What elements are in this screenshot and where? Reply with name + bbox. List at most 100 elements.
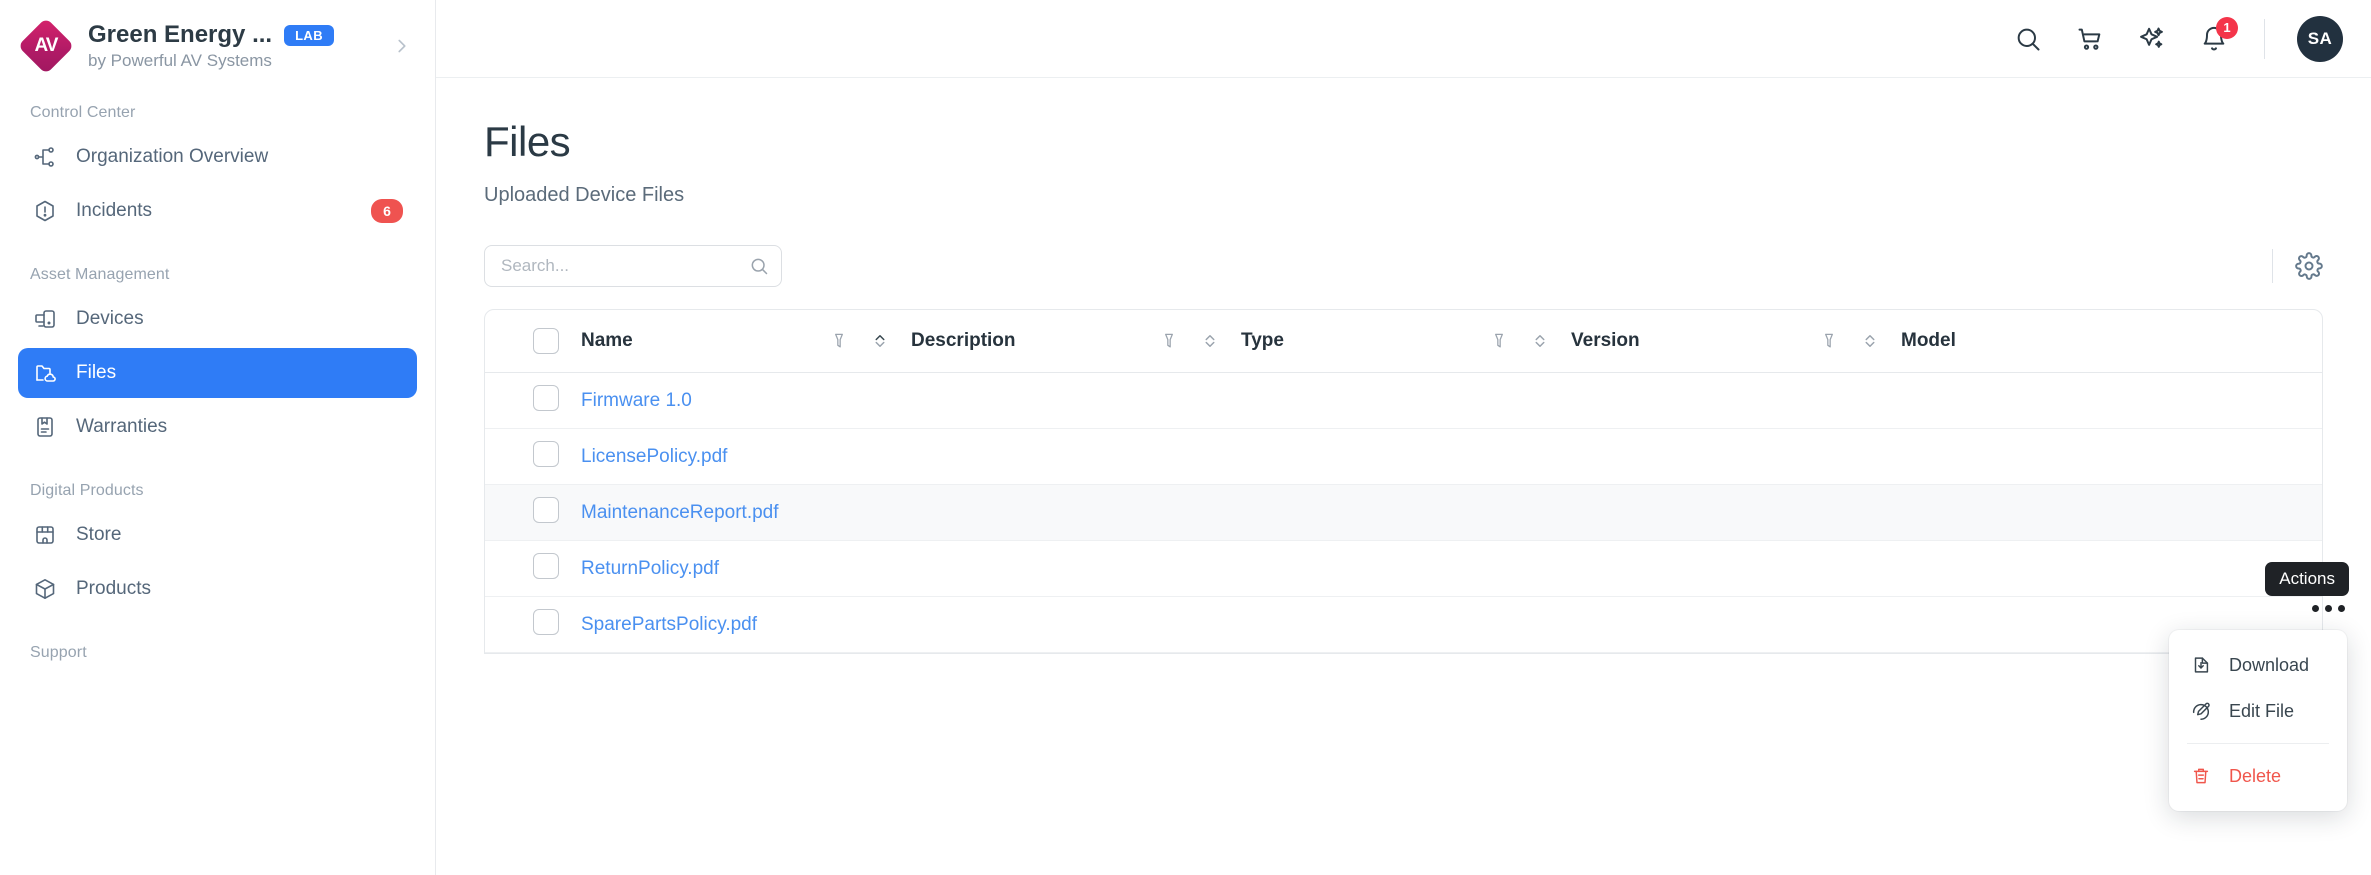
filter-icon[interactable] <box>829 331 849 351</box>
sidebar-item-label: Warranties <box>76 416 168 437</box>
nav-section-digital-products: Digital Products <box>30 482 144 499</box>
sidebar-item-label: Store <box>76 524 122 545</box>
file-name-link[interactable]: Firmware 1.0 <box>581 390 692 411</box>
menu-item-delete[interactable]: Delete <box>2169 753 2347 799</box>
app-root: AV Green Energy ... LAB by Powerful AV S… <box>0 0 2371 875</box>
files-table: Name Description Type Version Model Firm… <box>485 310 2322 653</box>
notification-count-badge: 1 <box>2216 16 2238 39</box>
avatar[interactable]: SA <box>2297 15 2343 62</box>
folder-cloud-icon <box>32 360 58 386</box>
sidebar-item-organization-overview[interactable]: Organization Overview <box>18 132 417 182</box>
cell-type <box>1241 541 1571 597</box>
trash-icon <box>2189 764 2213 788</box>
column-header-label: Version <box>1571 330 1640 351</box>
nav-section-control-center: Control Center <box>30 104 136 121</box>
row-checkbox[interactable] <box>533 496 559 523</box>
table-row[interactable]: MaintenanceReport.pdf <box>485 484 2322 541</box>
menu-item-label: Edit File <box>2229 700 2295 721</box>
file-name-link[interactable]: LicensePolicy.pdf <box>581 446 727 467</box>
search-input[interactable] <box>501 256 749 276</box>
org-chart-icon <box>32 144 58 170</box>
sidebar-item-incidents[interactable]: Incidents 6 <box>18 186 417 236</box>
file-name-link[interactable]: ReturnPolicy.pdf <box>581 558 719 579</box>
cell-model <box>1901 541 2322 597</box>
column-type: Type <box>1241 310 1571 373</box>
menu-item-download[interactable]: Download <box>2169 642 2347 688</box>
row-checkbox[interactable] <box>533 552 559 579</box>
cell-model <box>1901 373 2322 429</box>
filter-icon[interactable] <box>1489 331 1509 351</box>
sparkle-ai-icon[interactable] <box>2134 21 2170 57</box>
sidebar-item-products[interactable]: Products <box>18 564 417 614</box>
toolbar-divider <box>2272 249 2273 283</box>
sort-icon[interactable] <box>871 331 889 351</box>
cell-description <box>911 485 1241 541</box>
filter-icon[interactable] <box>1159 331 1179 351</box>
sidebar-item-label: Products <box>76 578 151 599</box>
menu-divider <box>2187 743 2329 744</box>
sort-icon[interactable] <box>1861 331 1879 351</box>
row-checkbox[interactable] <box>533 608 559 635</box>
page-title: Files <box>484 118 571 165</box>
cell-version <box>1571 485 1901 541</box>
storefront-icon <box>32 522 58 548</box>
search-icon[interactable] <box>749 256 769 276</box>
table-row[interactable]: Firmware 1.0 <box>485 373 2322 429</box>
nav-section-asset-management: Asset Management <box>30 266 170 283</box>
alert-hexagon-icon <box>32 198 58 224</box>
cell-version <box>1571 373 1901 429</box>
shopping-cart-icon[interactable] <box>2072 21 2108 57</box>
table-row[interactable]: LicensePolicy.pdf <box>485 429 2322 485</box>
search-box[interactable] <box>484 245 782 287</box>
sidebar-item-devices[interactable]: Devices <box>18 294 417 344</box>
table-body: Firmware 1.0 LicensePolicy.pdf Maintenan… <box>485 373 2322 653</box>
certificate-icon <box>32 414 58 440</box>
cell-model <box>1901 429 2322 485</box>
filter-icon[interactable] <box>1819 331 1839 351</box>
column-header-label: Description <box>911 330 1016 351</box>
sidebar-nav: Control Center Organization Overview Inc… <box>0 78 435 672</box>
file-download-icon <box>2189 653 2213 677</box>
actions-dropdown-menu: Download Edit File Delete <box>2169 630 2347 811</box>
row-checkbox[interactable] <box>533 440 559 467</box>
sort-icon[interactable] <box>1531 331 1549 351</box>
row-actions-button[interactable] <box>2312 596 2349 620</box>
table-toolbar <box>484 245 2323 287</box>
column-header-label: Name <box>581 330 633 351</box>
gear-icon[interactable] <box>2295 252 2323 280</box>
actions-tooltip: Actions <box>2265 562 2349 596</box>
sidebar-item-store[interactable]: Store <box>18 510 417 560</box>
sidebar-item-files[interactable]: Files <box>18 348 417 398</box>
sort-icon[interactable] <box>1201 331 1219 351</box>
page-subtitle: Uploaded Device Files <box>484 184 685 206</box>
sidebar-item-label: Incidents <box>76 200 153 221</box>
file-name-link[interactable]: SparePartsPolicy.pdf <box>581 614 757 635</box>
table-row[interactable]: SparePartsPolicy.pdf <box>485 597 2322 653</box>
logo-initials: AV <box>34 35 59 56</box>
table-row[interactable]: ReturnPolicy.pdf <box>485 541 2322 597</box>
menu-item-edit-file[interactable]: Edit File <box>2169 688 2347 734</box>
incidents-badge: 6 <box>371 199 403 223</box>
pencil-edit-icon <box>2189 699 2213 723</box>
menu-item-label: Delete <box>2229 765 2282 786</box>
cell-model <box>1901 485 2322 541</box>
nav-section-support: Support <box>30 644 87 661</box>
file-name-link[interactable]: MaintenanceReport.pdf <box>581 502 779 523</box>
sidebar: AV Green Energy ... LAB by Powerful AV S… <box>0 0 436 875</box>
sidebar-item-warranties[interactable]: Warranties <box>18 402 417 452</box>
brand-header[interactable]: AV Green Energy ... LAB by Powerful AV S… <box>0 0 435 78</box>
cell-version <box>1571 429 1901 485</box>
row-checkbox[interactable] <box>533 384 559 411</box>
organization-subtitle: by Powerful AV Systems <box>88 51 272 70</box>
top-bar: 1 SA <box>436 0 2371 78</box>
chevron-right-icon[interactable] <box>391 35 417 57</box>
files-table-card: Name Description Type Version Model Firm… <box>484 309 2323 654</box>
cell-description <box>911 597 1241 653</box>
notification-bell-icon[interactable]: 1 <box>2196 16 2238 57</box>
row-actions-anchor: Actions Download Edit File Delete <box>2169 562 2349 811</box>
select-all-checkbox[interactable] <box>533 328 559 354</box>
column-version: Version <box>1571 310 1901 373</box>
cell-type <box>1241 597 1571 653</box>
search-icon[interactable] <box>2010 21 2046 57</box>
column-name: Name <box>581 310 911 373</box>
